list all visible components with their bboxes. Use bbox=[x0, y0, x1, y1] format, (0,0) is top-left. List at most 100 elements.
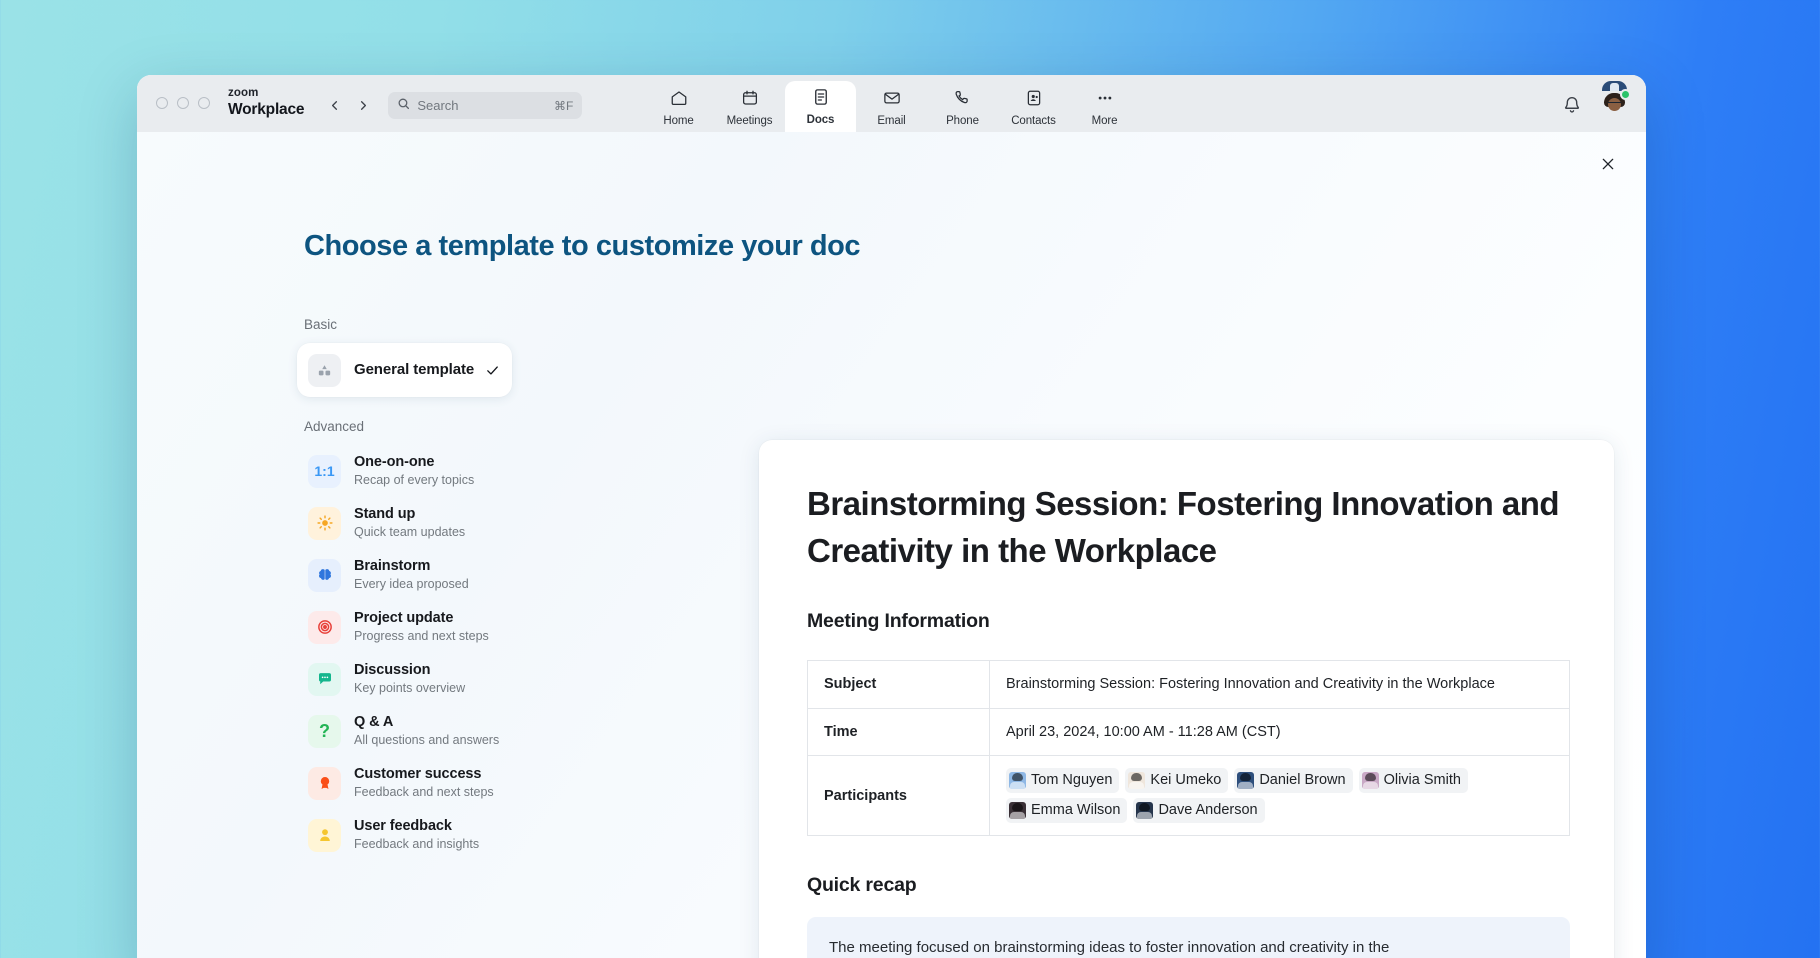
participant-avatar bbox=[1009, 802, 1026, 819]
table-row: Time April 23, 2024, 10:00 AM - 11:28 AM… bbox=[808, 708, 1570, 755]
row-key: Participants bbox=[808, 756, 990, 836]
sidebar-item-one-on-one[interactable]: 1:1 One-on-one Recap of every topics bbox=[297, 445, 512, 497]
participant-name: Tom Nguyen bbox=[1031, 770, 1112, 791]
template-name: Project update bbox=[354, 610, 453, 626]
participant-avatar bbox=[1009, 772, 1026, 789]
participant-avatar bbox=[1237, 772, 1254, 789]
phone-icon bbox=[954, 89, 972, 112]
one-to-one-icon: 1:1 bbox=[308, 455, 341, 488]
search-icon bbox=[397, 97, 410, 115]
participant-avatar bbox=[1362, 772, 1379, 789]
sun-icon bbox=[308, 507, 341, 540]
tab-label: Phone bbox=[946, 115, 979, 127]
tab-docs[interactable]: Docs bbox=[785, 81, 856, 132]
row-key: Subject bbox=[808, 661, 990, 708]
avatar[interactable] bbox=[1600, 91, 1629, 120]
zoom-workplace-window: zoom Workplace Search ⌘F bbox=[137, 75, 1646, 958]
minimize-window-button[interactable] bbox=[177, 97, 189, 109]
table-row: Participants Tom Nguyen Kei Umeko bbox=[808, 756, 1570, 836]
app-brand: zoom Workplace bbox=[228, 88, 304, 117]
tab-home[interactable]: Home bbox=[643, 83, 714, 132]
list-item[interactable]: Dave Anderson bbox=[1133, 798, 1264, 823]
participant-name: Dave Anderson bbox=[1158, 800, 1257, 821]
participant-avatar bbox=[1128, 772, 1145, 789]
template-desc: Feedback and next steps bbox=[354, 785, 494, 799]
template-text: Brainstorm Every idea proposed bbox=[354, 557, 500, 593]
search-input[interactable]: Search ⌘F bbox=[388, 92, 582, 119]
brand-workplace-text: Workplace bbox=[228, 102, 304, 118]
tab-label: Docs bbox=[807, 114, 835, 126]
sidebar-item-stand-up[interactable]: Stand up Quick team updates bbox=[297, 497, 512, 549]
tab-label: Email bbox=[877, 115, 905, 127]
list-item[interactable]: Daniel Brown bbox=[1234, 768, 1352, 793]
section-heading-quick-recap: Quick recap bbox=[807, 874, 1566, 897]
sidebar-item-customer-success[interactable]: Customer success Feedback and next steps bbox=[297, 757, 512, 809]
tab-label: Home bbox=[663, 115, 693, 127]
document-heading: Brainstorming Session: Fostering Innovat… bbox=[807, 480, 1566, 574]
template-name: Customer success bbox=[354, 766, 481, 782]
maximize-window-button[interactable] bbox=[198, 97, 210, 109]
template-name: Discussion bbox=[354, 662, 430, 678]
list-item[interactable]: Kei Umeko bbox=[1125, 768, 1228, 793]
chevron-left-icon[interactable] bbox=[322, 93, 346, 117]
table-row: Subject Brainstorming Session: Fostering… bbox=[808, 661, 1570, 708]
participant-name: Emma Wilson bbox=[1031, 800, 1120, 821]
template-text: Project update Progress and next steps bbox=[354, 609, 500, 645]
brain-icon bbox=[308, 559, 341, 592]
tab-meetings[interactable]: Meetings bbox=[714, 83, 785, 132]
sidebar-item-general-template[interactable]: General template bbox=[297, 343, 512, 397]
target-icon bbox=[308, 611, 341, 644]
calendar-icon bbox=[741, 89, 759, 112]
participant-name: Kei Umeko bbox=[1150, 770, 1221, 791]
chevron-right-icon[interactable] bbox=[351, 93, 375, 117]
template-name: Q & A bbox=[354, 714, 393, 730]
sidebar-item-discussion[interactable]: Discussion Key points overview bbox=[297, 653, 512, 705]
sidebar-item-q-and-a[interactable]: ? Q & A All questions and answers bbox=[297, 705, 512, 757]
participant-chips: Tom Nguyen Kei Umeko Daniel Brown bbox=[1006, 768, 1553, 823]
ellipsis-icon bbox=[1096, 89, 1114, 112]
participant-name: Olivia Smith bbox=[1384, 770, 1461, 791]
home-icon bbox=[670, 89, 688, 112]
tab-email[interactable]: Email bbox=[856, 83, 927, 132]
window-controls[interactable] bbox=[156, 97, 210, 109]
template-text: Discussion Key points overview bbox=[354, 661, 500, 697]
list-item[interactable]: Tom Nguyen bbox=[1006, 768, 1119, 793]
document-icon bbox=[812, 88, 830, 111]
row-key: Time bbox=[808, 708, 990, 755]
speech-bubble-icon bbox=[308, 663, 341, 696]
list-item[interactable]: Olivia Smith bbox=[1359, 768, 1468, 793]
check-icon bbox=[485, 363, 500, 378]
tab-label: Contacts bbox=[1011, 115, 1056, 127]
template-desc: Every idea proposed bbox=[354, 577, 469, 591]
tab-contacts[interactable]: Contacts bbox=[998, 83, 1069, 132]
document-preview-card[interactable]: Brainstorming Session: Fostering Innovat… bbox=[759, 440, 1614, 958]
participant-avatar bbox=[1136, 802, 1153, 819]
award-ribbon-icon bbox=[308, 767, 341, 800]
close-window-button[interactable] bbox=[156, 97, 168, 109]
tab-label: More bbox=[1092, 115, 1118, 127]
tab-phone[interactable]: Phone bbox=[927, 83, 998, 132]
sidebar-item-brainstorm[interactable]: Brainstorm Every idea proposed bbox=[297, 549, 512, 601]
window-titlebar: zoom Workplace Search ⌘F bbox=[137, 75, 1646, 132]
sidebar-item-project-update[interactable]: Project update Progress and next steps bbox=[297, 601, 512, 653]
list-item[interactable]: Emma Wilson bbox=[1006, 798, 1127, 823]
template-desc: Quick team updates bbox=[354, 525, 465, 539]
search-placeholder: Search bbox=[417, 98, 547, 113]
template-name: Stand up bbox=[354, 506, 415, 522]
titlebar-right-controls bbox=[1562, 91, 1629, 120]
meeting-information-table: Subject Brainstorming Session: Fostering… bbox=[807, 660, 1570, 836]
sidebar-group-label-basic: Basic bbox=[304, 317, 512, 332]
tab-more[interactable]: More bbox=[1069, 83, 1140, 132]
sidebar-item-user-feedback[interactable]: User feedback Feedback and insights bbox=[297, 809, 512, 861]
template-desc: Recap of every topics bbox=[354, 473, 474, 487]
template-chooser-modal: Choose a template to customize your doc … bbox=[137, 132, 1646, 958]
template-desc: All questions and answers bbox=[354, 733, 499, 747]
row-value: Tom Nguyen Kei Umeko Daniel Brown bbox=[990, 756, 1570, 836]
section-heading-meeting-information: Meeting Information bbox=[807, 610, 1566, 633]
bell-icon[interactable] bbox=[1562, 95, 1584, 117]
template-text: User feedback Feedback and insights bbox=[354, 817, 500, 853]
close-icon[interactable] bbox=[1595, 151, 1621, 177]
brand-zoom-text: zoom bbox=[228, 88, 304, 100]
template-name: One-on-one bbox=[354, 454, 434, 470]
contacts-icon bbox=[1025, 89, 1043, 112]
